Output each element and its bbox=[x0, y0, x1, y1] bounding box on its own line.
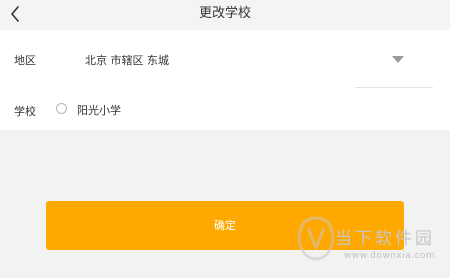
page-title: 更改学校 bbox=[198, 6, 251, 21]
downxia-logo bbox=[297, 216, 335, 261]
school-radio-button[interactable] bbox=[56, 103, 67, 114]
field-divider bbox=[355, 87, 433, 88]
chevron-left-icon bbox=[11, 6, 19, 22]
watermark-url: www.downxia.com bbox=[344, 251, 436, 261]
region-select-value[interactable]: 北京 市辖区 东城 bbox=[85, 52, 169, 68]
school-option-label[interactable]: 阳光小学 bbox=[77, 102, 121, 118]
back-button[interactable] bbox=[4, 2, 26, 26]
region-label: 地区 bbox=[14, 54, 36, 67]
school-form: 地区 北京 市辖区 东城 学校 阳光小学 bbox=[0, 30, 450, 130]
top-bar: 更改学校 bbox=[0, 0, 450, 30]
school-label: 学校 bbox=[14, 105, 36, 118]
watermark-text: 当下软件园 bbox=[335, 229, 435, 249]
triangle-down-icon[interactable] bbox=[392, 56, 404, 63]
